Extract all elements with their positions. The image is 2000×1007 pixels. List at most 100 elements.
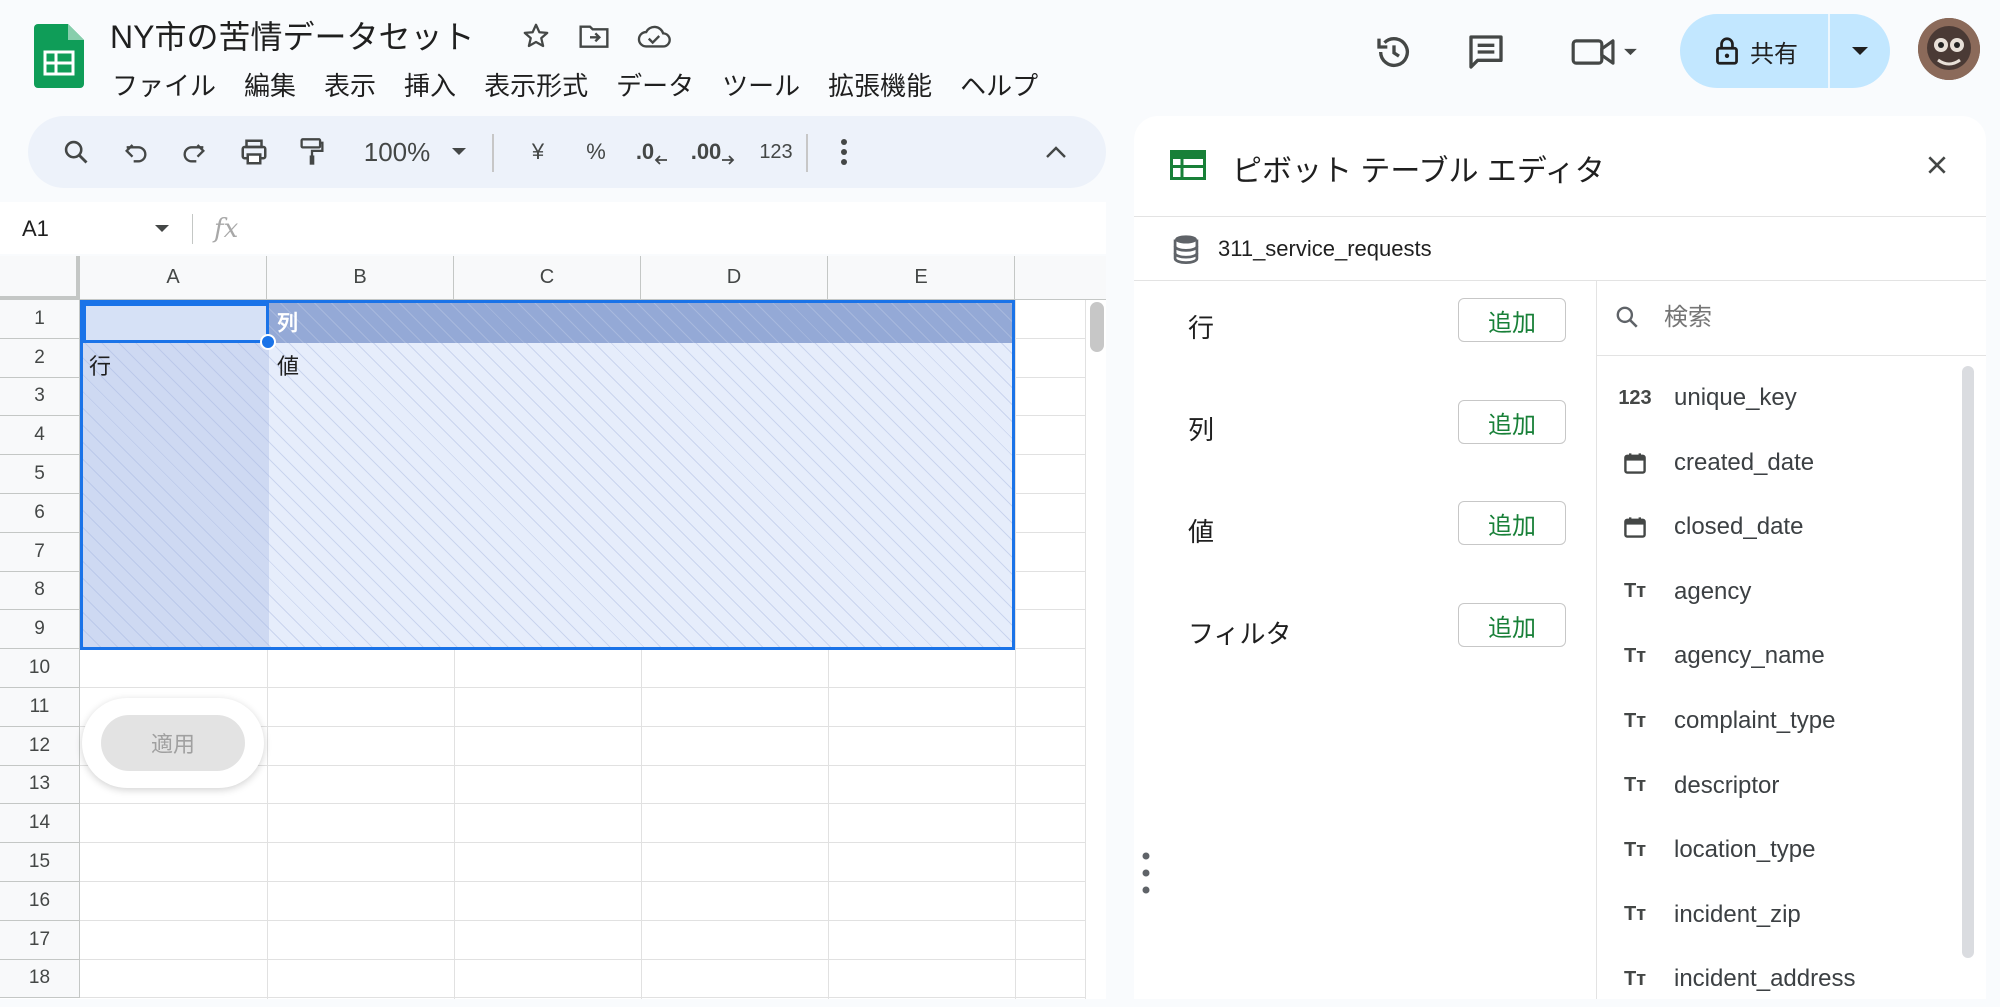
arrow-right-icon	[722, 155, 735, 165]
field-item[interactable]: 123 unique_key	[1610, 370, 1960, 426]
menu-data[interactable]: データ	[602, 62, 708, 102]
pivot-column-label: 列	[277, 312, 298, 335]
row-header[interactable]: 3	[0, 377, 80, 417]
name-box-chevron-down-icon[interactable]	[154, 224, 170, 234]
field-item[interactable]: closed_date	[1610, 499, 1960, 555]
cloud-status-icon[interactable]	[636, 18, 672, 54]
add-values-button[interactable]: 追加	[1458, 501, 1566, 545]
currency-format-button[interactable]: ¥	[514, 116, 562, 188]
section-rows-label: 行	[1188, 313, 1215, 343]
field-item[interactable]: created_date	[1610, 435, 1960, 491]
grid-line	[1015, 300, 1016, 999]
print-icon[interactable]	[232, 116, 276, 188]
select-all-corner[interactable]	[0, 256, 80, 300]
grid-line	[80, 958, 1086, 960]
field-item[interactable]: Tт agency	[1610, 564, 1960, 620]
section-filters-label: フィルタ	[1188, 619, 1292, 649]
search-menus-icon[interactable]	[54, 116, 98, 188]
field-search-input[interactable]	[1664, 300, 1964, 336]
field-item[interactable]: Tт agency_name	[1610, 628, 1960, 684]
add-rows-button[interactable]: 追加	[1458, 298, 1566, 342]
share-button[interactable]: 共有	[1680, 14, 1890, 88]
row-header[interactable]: 16	[0, 882, 80, 921]
vertical-scrollbar[interactable]	[1090, 302, 1104, 352]
column-header-b[interactable]: B	[267, 256, 454, 300]
increase-decimal-button[interactable]: .00	[688, 116, 738, 188]
menu-view[interactable]: 表示	[310, 62, 390, 102]
star-icon[interactable]	[518, 18, 554, 54]
row-header[interactable]: 13	[0, 765, 80, 805]
row-header[interactable]: 6	[0, 494, 80, 533]
panel-divider	[1134, 280, 1986, 281]
column-header-e[interactable]: E	[828, 256, 1015, 300]
menu-insert[interactable]: 挿入	[390, 62, 470, 102]
zoom-chevron-down-icon[interactable]	[444, 116, 474, 188]
percent-label: %	[586, 139, 606, 164]
pivot-table-preview[interactable]: 列 行 値	[80, 300, 1015, 650]
selected-cell-a1[interactable]	[83, 303, 269, 343]
field-name: location_type	[1674, 836, 1816, 864]
row-header[interactable]: 4	[0, 416, 80, 456]
avatar[interactable]	[1918, 18, 1980, 80]
share-main-button[interactable]: 共有	[1680, 14, 1828, 88]
menu-file[interactable]: ファイル	[98, 62, 230, 102]
column-header-f[interactable]	[1015, 256, 1106, 300]
percent-format-button[interactable]: %	[572, 116, 620, 188]
spreadsheet-grid[interactable]: A B C D E 1 2 3 4 5 6 7 8 9 10 11 12 13 14 15 16 17 18 列 …	[0, 256, 1106, 999]
menu-tools[interactable]: ツール	[708, 62, 814, 102]
column-header-a[interactable]: A	[80, 256, 267, 300]
name-box[interactable]: A1	[22, 216, 49, 242]
row-header[interactable]: 11	[0, 688, 80, 727]
menu-help[interactable]: ヘルプ	[946, 62, 1052, 102]
row-header[interactable]: 8	[0, 571, 80, 611]
row-header[interactable]: 9	[0, 610, 80, 650]
selection-fill-handle[interactable]	[260, 334, 276, 350]
row-header[interactable]: 14	[0, 804, 80, 844]
field-item[interactable]: Tт complaint_type	[1610, 693, 1960, 749]
number-format-button[interactable]: 123	[748, 116, 804, 188]
row-header[interactable]: 17	[0, 920, 80, 960]
column-header-c[interactable]: C	[454, 256, 641, 300]
meet-icon[interactable]	[1560, 28, 1650, 76]
field-item[interactable]: Tт descriptor	[1610, 758, 1960, 814]
sheets-logo-icon[interactable]	[34, 24, 84, 88]
share-label: 共有	[1750, 40, 1798, 68]
grid-line	[80, 919, 1086, 921]
menu-edit[interactable]: 編集	[230, 62, 310, 102]
grid-line	[80, 803, 1086, 805]
row-header[interactable]: 1	[0, 300, 80, 339]
paint-format-icon[interactable]	[290, 116, 334, 188]
undo-icon[interactable]	[114, 116, 158, 188]
row-header[interactable]: 5	[0, 455, 80, 494]
row-header[interactable]: 10	[0, 649, 80, 688]
row-header[interactable]: 12	[0, 726, 80, 766]
row-header[interactable]: 2	[0, 338, 80, 378]
zoom-select[interactable]: 100%	[352, 116, 442, 188]
data-source-name[interactable]: 311_service_requests	[1218, 236, 1432, 262]
panel-resize-handle[interactable]	[1140, 850, 1152, 896]
field-list-scrollbar[interactable]	[1962, 366, 1974, 958]
collapse-menus-icon[interactable]	[1034, 116, 1078, 188]
apply-button[interactable]: 適用	[101, 715, 245, 771]
text-type-icon: Tт	[1623, 709, 1646, 732]
decrease-decimal-button[interactable]: .0	[628, 116, 676, 188]
row-header[interactable]: 18	[0, 959, 80, 999]
row-header[interactable]: 7	[0, 532, 80, 572]
close-icon[interactable]	[1922, 150, 1952, 180]
comments-icon[interactable]	[1462, 28, 1510, 76]
redo-icon[interactable]	[172, 116, 216, 188]
menu-format[interactable]: 表示形式	[470, 62, 602, 102]
row-header[interactable]: 15	[0, 843, 80, 882]
version-history-icon[interactable]	[1370, 28, 1418, 76]
share-dropdown-button[interactable]	[1830, 14, 1890, 88]
share-divider	[1828, 14, 1830, 88]
move-folder-icon[interactable]	[576, 18, 612, 54]
field-item[interactable]: Tт incident_zip	[1610, 887, 1960, 943]
field-item[interactable]: Tт location_type	[1610, 822, 1960, 878]
column-header-d[interactable]: D	[641, 256, 828, 300]
document-title[interactable]: NY市の苦情データセット	[110, 12, 474, 58]
more-options-icon[interactable]	[824, 116, 864, 188]
menu-extensions[interactable]: 拡張機能	[814, 62, 946, 102]
add-columns-button[interactable]: 追加	[1458, 400, 1566, 444]
add-filters-button[interactable]: 追加	[1458, 603, 1566, 647]
